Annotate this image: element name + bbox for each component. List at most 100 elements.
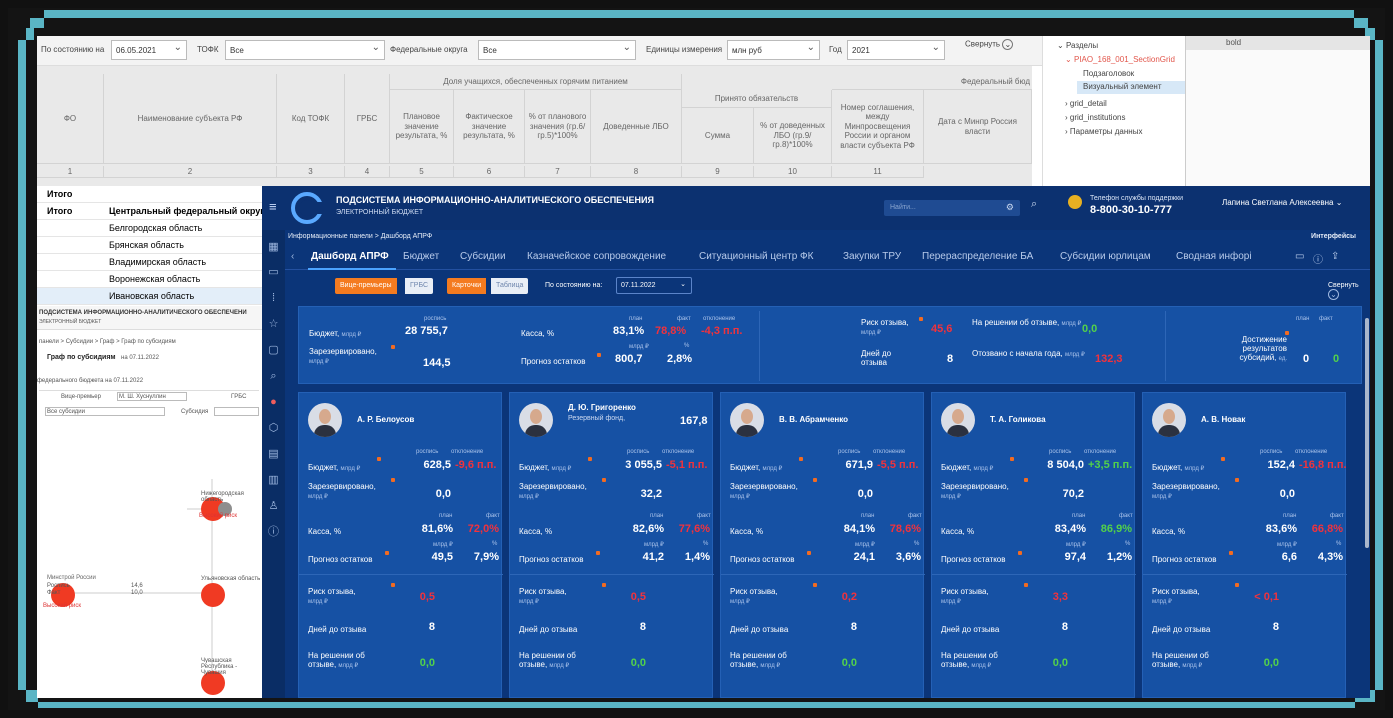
tab-treasury[interactable]: Казначейское сопровождение — [527, 251, 666, 262]
divider — [759, 311, 760, 381]
graph-node[interactable] — [201, 583, 225, 607]
search-input[interactable]: Найти... ⚙ — [884, 200, 1020, 216]
table-row[interactable]: Владимирская область — [37, 254, 262, 271]
row-subject: Владимирская область — [109, 257, 207, 267]
year-filter-select[interactable]: 2021 — [847, 40, 945, 60]
person-name-block: В. В. Абрамченко — [779, 415, 848, 425]
table-row[interactable]: Белгородская область — [37, 220, 262, 237]
toggle-cards[interactable]: Карточки — [447, 278, 487, 294]
tree-node-params[interactable]: › Параметры данных — [1065, 127, 1142, 136]
dashboard-icon[interactable]: ▦ — [267, 241, 280, 254]
grid-icon[interactable]: ⁞ — [267, 292, 280, 305]
budget-value: 152,4 — [1267, 459, 1295, 471]
tree-node-detail[interactable]: › grid_detail — [1065, 99, 1107, 108]
tab-situation-center[interactable]: Ситуационный центр ФК — [699, 251, 813, 262]
row-subject: Ивановская область — [109, 291, 195, 301]
scrollbar[interactable] — [1365, 318, 1369, 548]
folder-icon[interactable]: ▢ — [267, 344, 280, 357]
okrug-filter-select[interactable]: Все — [478, 40, 636, 60]
support-phone[interactable]: 8-800-30-10-777 — [1090, 204, 1172, 216]
person-card[interactable]: А. Р. Белоусов роспись отклонение Бюджет… — [298, 392, 503, 698]
tree-child-subtitle[interactable]: Подзаголовок — [1083, 69, 1134, 78]
star-icon[interactable]: ☆ — [267, 318, 280, 331]
user-icon[interactable]: ♙ — [267, 500, 280, 513]
chevron-left-icon[interactable]: ‹ — [291, 251, 294, 262]
tab-dashboard-aprf[interactable]: Дашборд АПРФ — [311, 251, 389, 262]
budget-label-text: Бюджет, — [730, 463, 761, 472]
decision-unit: млрд ₽ — [1061, 321, 1082, 327]
collapse-link[interactable]: Свернуть ⌄ — [965, 39, 1014, 50]
notifications-icon[interactable]: ● — [267, 396, 280, 409]
reserved-marker — [1024, 478, 1028, 482]
cube-icon[interactable]: ⬡ — [267, 422, 280, 435]
graph-canvas — [51, 479, 232, 695]
table-row[interactable]: Воронежская область — [37, 271, 262, 288]
budget-unit: млрд ₽ — [973, 466, 994, 472]
graph-right-label-3: Чувашская Республика - Чувашия — [201, 658, 238, 676]
toggle-table[interactable]: Таблица — [491, 278, 529, 294]
toggle-vice-premiers[interactable]: Вице-премьеры — [335, 278, 397, 294]
breadcrumb-text[interactable]: Информационные панели > Дашборд АПРФ — [288, 233, 432, 240]
menu-icon[interactable]: ≡ — [269, 199, 277, 214]
tree-child-visual[interactable]: Визуальный элемент — [1077, 81, 1187, 94]
graph-right-label-2: Ульяновская область — [201, 576, 261, 582]
chart-icon[interactable]: ▤ — [267, 448, 280, 461]
collapse-button[interactable]: Свернуть ⌄ — [1328, 282, 1370, 300]
tab-summary[interactable]: Сводная инфорі — [1176, 251, 1252, 262]
filter-icon[interactable]: ⚙ — [1006, 202, 1014, 213]
graph-system-title: ПОДСИСТЕМА ИНФОРМАЦИОННО-АНАЛИТИЧЕСКОГО … — [39, 310, 247, 316]
kassa-dev-header: отклонение — [703, 316, 736, 322]
bezel-corner-tl2 — [26, 28, 34, 40]
info-icon[interactable]: ⓘ — [1313, 251, 1323, 266]
search-icon[interactable]: ⌕ — [1031, 198, 1037, 211]
share-icon[interactable]: ⇪ — [1331, 251, 1339, 262]
dashboard-header: ≡ ПОДСИСТЕМА ИНФОРМАЦИОННО-АНАЛИТИЧЕСКОГ… — [262, 186, 1370, 230]
risk-unit: млрд ₽ — [861, 330, 881, 337]
table-row[interactable]: Итого Центральный федеральный округ — [37, 203, 264, 220]
decision-value: 0,0 — [1263, 657, 1279, 669]
tree-root[interactable]: ⌄ Разделы — [1057, 41, 1098, 50]
date-filter-select[interactable]: 06.05.2021 — [111, 40, 187, 60]
subs-value-select[interactable] — [214, 407, 259, 416]
person-card[interactable]: Т. А. Голикова роспись отклонение Бюджет… — [931, 392, 1136, 698]
forecast-marker — [596, 551, 600, 555]
person-card[interactable]: Д. Ю. Григоренко Резервный фонд, 167,8 р… — [509, 392, 714, 698]
kassa-fact-header: факт — [677, 316, 691, 322]
tab-procurement[interactable]: Закупки ТРУ — [843, 251, 901, 262]
tofk-filter-select[interactable]: Все — [225, 40, 385, 60]
days-label: Дней до отзыва — [308, 625, 367, 634]
table-row[interactable]: Итого — [37, 186, 262, 203]
tab-subsidies[interactable]: Субсидии — [460, 251, 506, 262]
tab-legal-subsidies[interactable]: Субсидии юрлицам — [1060, 251, 1151, 262]
table-row[interactable]: Брянская область — [37, 237, 262, 254]
document-icon[interactable]: ▥ — [267, 474, 280, 487]
person-card[interactable]: А. В. Новак роспись отклонение Бюджет, м… — [1142, 392, 1347, 698]
chat-icon[interactable]: ▭ — [267, 266, 280, 279]
ach-plan-value: 0 — [1303, 353, 1310, 365]
sections-tree: ⌄ Разделы ⌄ PIAO_168_001_SectionGrid Под… — [1042, 36, 1192, 186]
reserved-label: Зарезервировано, млрд ₽ — [309, 347, 377, 366]
support-label: Телефон службы поддержки — [1090, 195, 1184, 202]
reserve-fund-value: 167,8 — [680, 415, 708, 427]
forecast-pct: 2,8% — [667, 353, 693, 365]
subs-select[interactable]: Все субсидии — [45, 407, 165, 416]
date-select[interactable]: 07.11.2022 ⌄ — [616, 277, 692, 294]
budget-value: 3 055,5 — [625, 459, 662, 471]
tree-node-institutions[interactable]: › grid_institutions — [1065, 113, 1125, 122]
toggle-grbs[interactable]: ГРБС — [405, 278, 434, 294]
user-menu[interactable]: Лапина Светлана Алексеевна ⌄ — [1222, 198, 1342, 207]
tree-selected-node[interactable]: ⌄ PIAO_168_001_SectionGrid — [1065, 55, 1175, 64]
search-icon[interactable]: ⌕ — [267, 370, 280, 383]
person-card[interactable]: В. В. Абрамченко роспись отклонение Бюдж… — [720, 392, 925, 698]
screen-icon[interactable]: ▭ — [1295, 251, 1304, 262]
forecast-label: Прогноз остатков — [308, 555, 373, 564]
days-value: 8 — [639, 621, 646, 633]
info-icon[interactable]: ⓘ — [267, 526, 280, 539]
units-filter-select[interactable]: млн руб — [727, 40, 820, 60]
table-row[interactable]: Ивановская область — [37, 288, 262, 305]
interfaces-link[interactable]: Интерфейсы — [1311, 233, 1356, 240]
tab-budget[interactable]: Бюджет — [403, 251, 439, 262]
vid-select[interactable]: М. Ш. Хуснуллин — [117, 392, 187, 401]
graph-breadcrumb[interactable]: панели > Субсидии > Граф > Граф по субси… — [39, 339, 176, 345]
tab-redistribution[interactable]: Перераспределение БА — [922, 251, 1033, 262]
